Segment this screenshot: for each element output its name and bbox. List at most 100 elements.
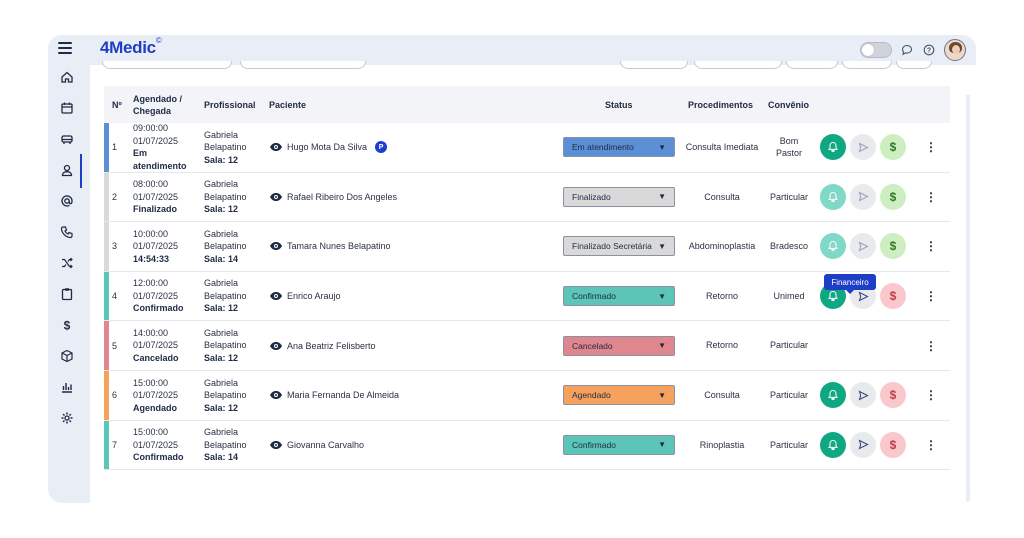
home-icon[interactable]	[57, 67, 77, 87]
patient-name[interactable]: Enrico Araujo	[287, 291, 341, 301]
scheduled-time: 09:00:00	[133, 123, 169, 134]
user-avatar[interactable]	[944, 39, 966, 61]
status-cell: Confirmado ▼	[563, 421, 675, 470]
eye-icon[interactable]	[269, 239, 283, 253]
send-icon[interactable]	[850, 183, 876, 210]
professional-last-name: Belapatino	[204, 142, 247, 153]
car-icon[interactable]	[57, 129, 77, 149]
send-icon[interactable]	[850, 134, 876, 161]
professional-cell: Gabriela Belapatino Sala: 12	[204, 123, 247, 172]
user-icon[interactable]	[57, 160, 77, 180]
shuffle-icon[interactable]	[57, 253, 77, 273]
more-options-icon[interactable]: ⋮	[925, 421, 937, 470]
room-label: Sala: 14	[204, 452, 239, 463]
dollar-icon[interactable]: $	[880, 134, 906, 161]
insurance-cell: Particular	[769, 191, 808, 202]
table-row[interactable]: 7 15:00:00 01/07/2025 Confirmado Gabriela Bel…	[104, 420, 950, 471]
box-icon[interactable]	[57, 346, 77, 366]
status-select[interactable]: Finalizado ▼	[563, 186, 675, 207]
insurance-cell: Particular	[769, 439, 808, 450]
more-options-icon[interactable]: ⋮	[925, 222, 937, 271]
eye-icon[interactable]	[269, 140, 283, 154]
row-number: 3	[112, 241, 118, 252]
status-select[interactable]: Confirmado ▼	[563, 434, 675, 455]
dollar-icon[interactable]: $	[57, 315, 77, 335]
scrollbar[interactable]	[966, 95, 970, 503]
chart-icon[interactable]	[57, 377, 77, 397]
more-options-icon[interactable]: ⋮	[925, 123, 937, 172]
menu-icon[interactable]	[58, 42, 72, 54]
help-icon[interactable]: ?	[922, 43, 936, 57]
scheduled-date: 01/07/2025	[133, 439, 179, 450]
eye-icon[interactable]	[269, 388, 283, 402]
theme-toggle[interactable]	[860, 42, 892, 58]
send-icon[interactable]	[850, 233, 876, 260]
status-select[interactable]: Agendado ▼	[563, 385, 675, 406]
bell-icon[interactable]	[820, 233, 846, 260]
dollar-icon[interactable]: $	[880, 431, 906, 458]
eye-icon[interactable]	[269, 289, 283, 303]
more-options-icon[interactable]: ⋮	[925, 272, 937, 321]
clipboard-icon[interactable]	[57, 284, 77, 304]
table-row[interactable]: 3 10:00:00 01/07/2025 14:54:33 Gabriela Belap…	[104, 222, 950, 272]
patient-name[interactable]: Tamara Nunes Belapatino	[287, 241, 391, 251]
filter-field[interactable]	[102, 61, 232, 69]
professional-cell: Gabriela Belapatino Sala: 14	[204, 222, 247, 271]
patient-name[interactable]: Giovanna Carvalho	[287, 440, 364, 450]
header-num: Nº	[112, 99, 122, 110]
filter-field[interactable]	[786, 61, 838, 69]
filter-field[interactable]	[620, 61, 688, 69]
dollar-icon[interactable]: $	[880, 233, 906, 260]
eye-icon[interactable]	[269, 339, 283, 353]
chat-icon[interactable]	[900, 43, 914, 57]
bell-icon[interactable]	[820, 183, 846, 210]
app-logo[interactable]: 4Medic©	[100, 36, 162, 58]
patient-name[interactable]: Hugo Mota Da Silva	[287, 142, 367, 152]
bell-icon[interactable]	[820, 134, 846, 161]
status-value: Agendado	[572, 390, 611, 401]
status-color-bar	[104, 370, 109, 420]
professional-last-name: Belapatino	[204, 340, 247, 351]
scheduled-date: 01/07/2025	[133, 390, 179, 401]
calendar-icon[interactable]	[57, 98, 77, 118]
more-options-icon[interactable]: ⋮	[925, 371, 937, 420]
arrival-status: 14:54:33	[133, 253, 170, 264]
dollar-icon[interactable]: $	[880, 382, 906, 409]
filter-field[interactable]	[694, 61, 782, 69]
eye-icon[interactable]	[269, 190, 283, 204]
status-select[interactable]: Cancelado ▼	[563, 335, 675, 356]
scheduled-date: 01/07/2025	[133, 191, 179, 202]
app-window: 4Medic© ? $ Nº Agendado / Chegada Profis…	[48, 35, 976, 503]
table-row[interactable]: 5 14:00:00 01/07/2025 Cancelado Gabriela Bela…	[104, 321, 950, 371]
patient-name[interactable]: Maria Fernanda De Almeida	[287, 390, 399, 400]
bell-icon[interactable]	[820, 431, 846, 458]
filter-field[interactable]	[842, 61, 892, 69]
table-row[interactable]: 2 08:00:00 01/07/2025 Finalizado Gabriela Bel…	[104, 172, 950, 223]
dollar-icon[interactable]: $	[880, 283, 906, 310]
patient-name[interactable]: Ana Beatriz Felisberto	[287, 341, 376, 351]
at-icon[interactable]	[57, 191, 77, 211]
eye-icon[interactable]	[269, 438, 283, 452]
professional-cell: Gabriela Belapatino Sala: 14	[204, 421, 247, 470]
phone-icon[interactable]	[57, 222, 77, 242]
sidebar: $	[48, 65, 90, 503]
table-row[interactable]: 6 15:00:00 01/07/2025 Agendado Gabriela Belap…	[104, 370, 950, 421]
dollar-icon[interactable]: $	[880, 183, 906, 210]
patient-name[interactable]: Rafael Ribeiro Dos Angeles	[287, 192, 397, 202]
more-options-icon[interactable]: ⋮	[925, 173, 937, 222]
room-label: Sala: 12	[204, 402, 239, 413]
send-icon[interactable]	[850, 431, 876, 458]
filter-field[interactable]	[240, 61, 366, 69]
gear-icon[interactable]	[57, 408, 77, 428]
status-select[interactable]: Confirmado ▼	[563, 286, 675, 307]
table-row[interactable]: 1 09:00:00 01/07/2025 Em atendimento Gabriel…	[104, 123, 950, 173]
bell-icon[interactable]	[820, 382, 846, 409]
more-options-icon[interactable]: ⋮	[925, 321, 937, 370]
send-icon[interactable]	[850, 382, 876, 409]
status-select[interactable]: Finalizado Secretária ▼	[563, 236, 675, 257]
filter-field[interactable]	[896, 61, 932, 69]
status-select[interactable]: Em atendimento ▼	[563, 137, 675, 158]
arrival-status: Finalizado	[133, 204, 178, 215]
professional-last-name: Belapatino	[204, 191, 247, 202]
insurance-cell: Particular	[769, 340, 808, 351]
